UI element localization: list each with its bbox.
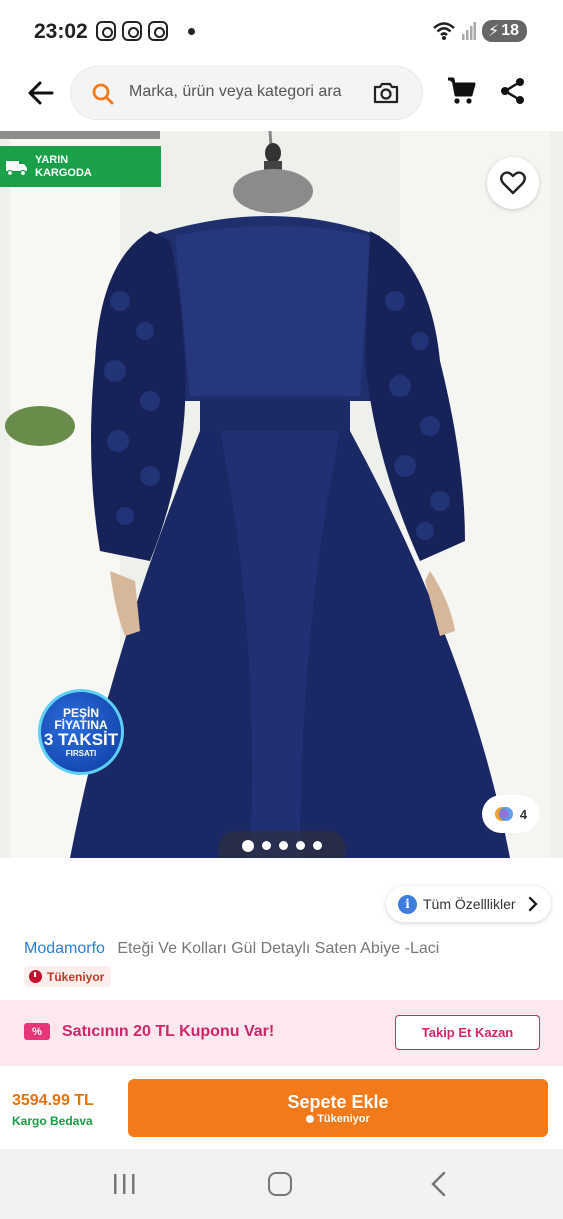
status-right: ⚡ 18 [432,20,527,42]
more-notifications-dot [188,27,195,35]
delivery-line2: KARGODA [35,166,92,179]
free-shipping: Kargo Bedava [12,1114,93,1128]
chevron-right-icon [528,896,538,912]
image-count-badge[interactable]: 4 [482,795,539,833]
favorite-button[interactable] [487,157,539,209]
coupon-icon: % [24,1023,50,1040]
info-icon: i [398,894,417,914]
delivery-text: YARIN KARGODA [35,154,92,180]
pagination-dot-5[interactable] [313,841,322,850]
camera-icon[interactable] [372,80,400,106]
top-header: Marka, ürün veya kategori ara [0,64,563,130]
instagram-icon-2 [148,21,168,41]
add-to-cart-sub: Tükeniyor [306,1113,370,1125]
cart-icon[interactable] [446,76,476,106]
add-to-cart-button[interactable]: Sepete Ekle Tükeniyor [128,1079,548,1137]
back-icon[interactable] [24,76,58,110]
image-pagination[interactable] [218,831,346,858]
follow-earn-button[interactable]: Takip Et Kazan [395,1015,540,1050]
clock-icon-small [306,1114,315,1123]
recent-apps-icon[interactable] [112,1173,136,1195]
add-to-cart-label: Sepete Ekle [287,1091,389,1112]
stock-badge: Tükeniyor [24,966,112,987]
home-icon[interactable] [268,1172,292,1196]
system-nav-bar [0,1149,563,1219]
gallery-icon [494,807,513,821]
all-features-label: Tüm Özelllikler [423,896,516,912]
status-time: 23:02 [34,20,88,43]
instagram-icon [122,21,142,41]
delivery-line1: YARIN [35,153,69,166]
pagination-dot-3[interactable] [279,841,288,850]
product-name: Eteği Ve Kolları Gül Detaylı Saten Abiye… [117,940,440,957]
pagination-dot-4[interactable] [296,841,305,850]
add-to-cart-sub-label: Tükeniyor [317,1112,370,1125]
price-bar: 3594.99 TL Kargo Bedava Sepete Ekle Tüke… [0,1065,563,1149]
battery-indicator: ⚡ 18 [481,20,527,42]
pagination-dot-1[interactable] [242,839,254,852]
coupon-bar: % Satıcının 20 TL Kuponu Var! Takip Et K… [0,1000,563,1065]
top-strip [0,131,160,139]
installment-line1: PEŞİN FİYATINA [54,705,108,732]
clock-icon [29,970,42,983]
wifi-icon [433,22,455,40]
pagination-dot-2[interactable] [262,841,271,850]
search-input[interactable]: Marka, ürün veya kategori ara [129,83,342,101]
product-image-gallery[interactable]: YARIN KARGODA PEŞİN FİYATINA 3 TAKSİT FI… [0,131,563,858]
charging-icon: ⚡ [487,23,500,40]
delivery-badge: YARIN KARGODA [0,146,161,187]
system-back-icon[interactable] [428,1171,448,1197]
search-bar[interactable]: Marka, ürün veya kategori ara [70,66,423,120]
share-icon[interactable] [500,77,526,105]
heart-icon [500,171,526,195]
status-bar: 23:02 ⚡ 18 [0,0,563,64]
installment-badge: PEŞİN FİYATINA 3 TAKSİT FIRSATI [38,689,124,775]
screenshot-icon [96,21,116,41]
stock-badge-label: Tükeniyor [47,969,105,984]
installment-line3: FIRSATI [65,748,97,758]
brand-link[interactable]: Modamorfo [24,940,105,957]
battery-level: 18 [501,22,519,39]
product-title: Modamorfo Eteği Ve Kolları Gül Detaylı S… [24,940,439,958]
truck-icon [6,160,27,176]
installment-line2: 3 TAKSİT [43,729,119,749]
image-count: 4 [519,806,528,822]
notification-icons [96,21,195,41]
price: 3594.99 TL [12,1092,94,1109]
all-features-button[interactable]: i Tüm Özelllikler [386,886,551,922]
coupon-text: Satıcının 20 TL Kuponu Var! [62,1023,275,1040]
search-icon [92,83,114,105]
signal-icon [461,22,476,40]
